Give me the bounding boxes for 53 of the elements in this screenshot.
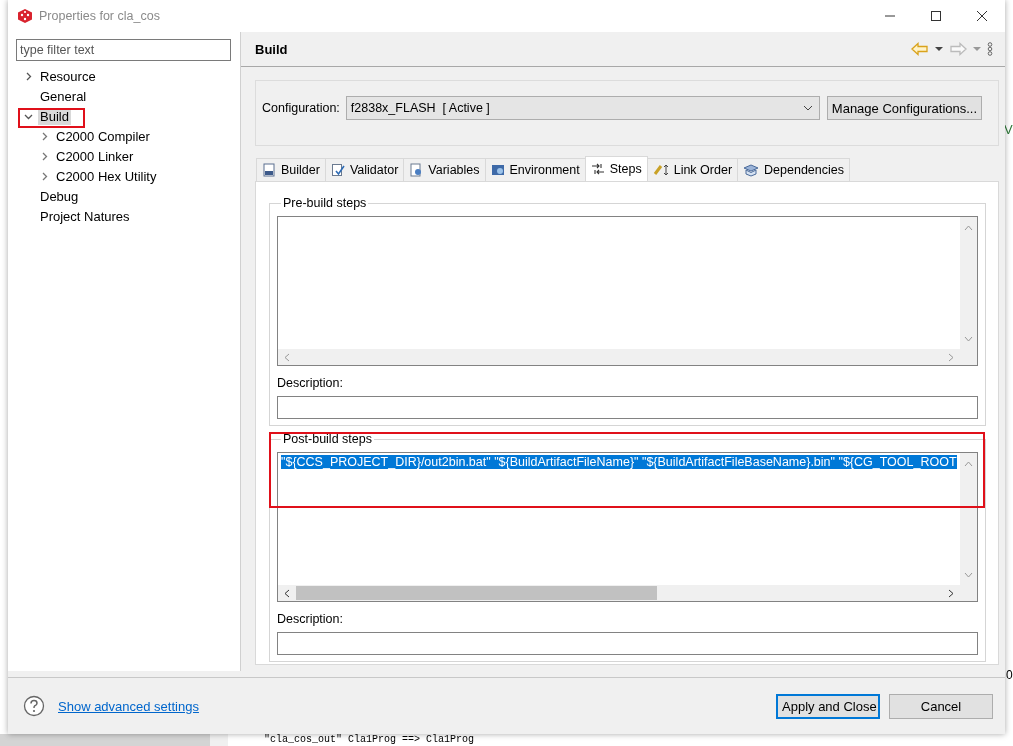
tab[interactable]: Builder [256,158,326,181]
tree-item[interactable]: Resource [38,67,98,85]
scroll-down-icon[interactable] [964,572,973,578]
show-advanced-settings-link[interactable]: Show advanced settings [58,698,199,714]
tree-item[interactable]: C2000 Compiler [54,127,152,145]
scroll-up-icon[interactable] [964,225,973,231]
description-label: Description: [277,612,344,626]
environment-icon [490,163,505,177]
tree-item[interactable]: C2000 Linker [54,147,136,165]
more-icon[interactable] [987,42,993,56]
editor-code-line: "cla_cos_out" Cla1Prog ==> Cla1Prog [264,734,475,746]
tab[interactable]: Steps [584,156,648,181]
tab[interactable]: Dependencies [737,158,850,181]
tree-item[interactable]: C2000 Hex Utility [54,167,159,185]
background-text: 0 [1006,668,1013,682]
description-field[interactable] [277,396,978,419]
dependencies-icon [743,163,760,177]
tree-item[interactable]: Project Natures [38,207,132,225]
scroll-up-icon[interactable] [964,461,973,467]
apply-and-close-button[interactable]: Apply and Close [776,693,880,719]
page-title: Build [255,41,288,57]
checklist-icon [330,163,345,177]
scroll-left-icon[interactable] [284,588,290,598]
tree-item[interactable]: Debug [38,187,81,205]
chevron-down-icon [802,105,813,111]
group-label: Post-build steps [282,432,373,446]
command-text: "${CCS_PROJECT_DIR}/out2bin.bat" "${BuildArtifactFileName}" "${BuildArtifactFileBaseName}.bin" "${CG_TOOL_ROOT [281,455,957,469]
maximize-icon[interactable] [930,10,942,22]
configuration-dropdown[interactable]: f2838x_FLASH [ Active ] [345,96,820,120]
cancel-button[interactable]: Cancel [889,693,993,719]
scroll-right-icon[interactable] [948,588,954,598]
background-text: V [1004,122,1013,137]
close-icon[interactable] [976,10,988,22]
caret-icon[interactable] [935,46,943,52]
group-label: Pre-build steps [282,196,368,210]
chain-icon [652,163,669,177]
cube-icon [17,8,33,24]
variables-icon [409,163,424,177]
filter-field[interactable]: type filter text [16,39,231,61]
description-label: Description: [277,376,344,390]
binary-file-icon [262,163,276,177]
highlight-frame [18,108,85,128]
window-title: Properties for cla_cos [39,9,160,23]
scrollbar-thumb[interactable] [296,586,657,600]
post-build-text-area[interactable]: "${CCS_PROJECT_DIR}/out2bin.bat" "${BuildArtifactFileName}" "${BuildArtifactFileBaseName}.bin" "${CG_TOOL_ROOT [277,452,978,602]
manage-configurations-button[interactable]: Manage Configurations... [826,96,983,120]
help-icon[interactable] [23,695,45,717]
tree-item[interactable]: General [38,87,89,105]
steps-icon [590,162,605,176]
scroll-down-icon[interactable] [964,336,973,342]
description-field[interactable] [277,632,978,655]
configuration-label: Configuration: [262,101,340,115]
back-arrow-icon[interactable] [911,42,929,56]
